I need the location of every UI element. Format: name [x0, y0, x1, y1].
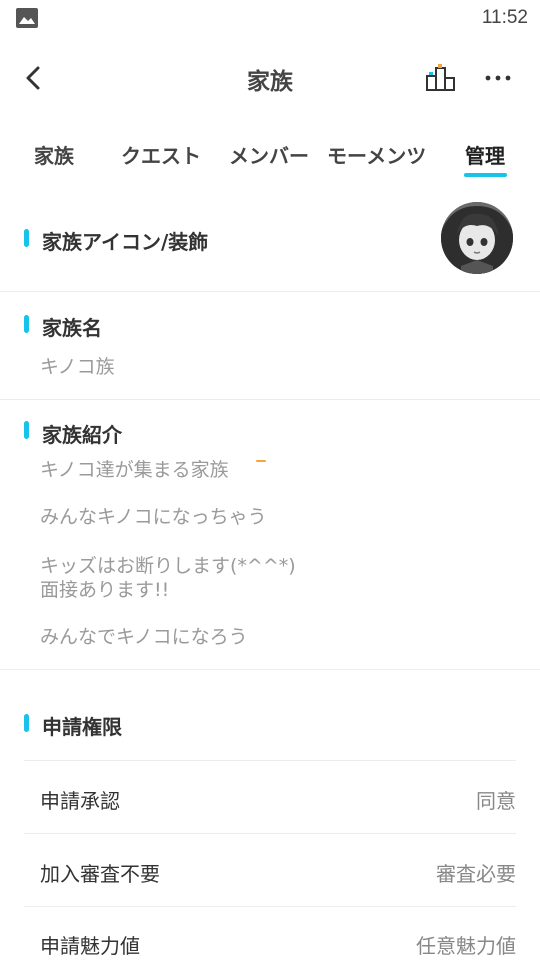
family-avatar[interactable] — [441, 202, 513, 274]
section-accent-bar — [24, 315, 29, 333]
setting-value: 任意魅力値 — [416, 934, 516, 958]
setting-label: 加入審査不要 — [40, 862, 160, 886]
setting-value: 同意 — [476, 789, 516, 813]
top-app-bar: 家族 — [0, 38, 540, 118]
tab-family[interactable]: 家族 — [34, 140, 74, 169]
avatar-image — [441, 202, 513, 274]
tab-members[interactable]: メンバー — [229, 140, 309, 169]
section-divider — [0, 669, 540, 670]
section-divider — [0, 399, 540, 400]
text-cursor — [256, 460, 266, 462]
section-accent-bar — [24, 421, 29, 439]
family-name-value[interactable]: キノコ族 — [40, 355, 115, 379]
section-accent-bar — [24, 714, 29, 732]
tab-quest[interactable]: クエスト — [121, 140, 201, 169]
setting-label: 申請承認 — [40, 789, 120, 813]
setting-label: 申請魅力値 — [40, 934, 140, 958]
active-tab-indicator — [464, 173, 507, 177]
page-title: 家族 — [247, 69, 293, 95]
more-dots-icon — [485, 75, 511, 81]
tab-bar: 家族 クエスト メンバー モーメンツ 管理 — [0, 130, 540, 180]
more-button[interactable] — [482, 62, 514, 94]
row-divider — [24, 833, 516, 834]
row-divider — [24, 906, 516, 907]
intro-line: キッズはお断りします(*^^*) — [40, 555, 296, 577]
section-accent-bar — [24, 229, 29, 247]
row-divider — [24, 760, 516, 761]
intro-line: みんなキノコになっちゃう — [40, 506, 267, 528]
setting-value: 審査必要 — [436, 862, 516, 886]
status-time: 11:52 — [481, 7, 528, 28]
tab-moments[interactable]: モーメンツ — [327, 140, 426, 169]
image-icon — [16, 8, 38, 28]
intro-line: みんなでキノコになろう — [40, 626, 248, 648]
intro-line: 面接あります!! — [40, 579, 170, 601]
section-title-family-name: 家族名 — [42, 316, 102, 340]
section-title-icon-deco: 家族アイコン/装飾 — [42, 230, 209, 254]
section-title-apply: 申請権限 — [42, 715, 122, 739]
ranking-button[interactable] — [425, 62, 457, 94]
tab-manage[interactable]: 管理 — [465, 140, 505, 169]
intro-line: キノコ達が集まる家族 — [40, 459, 229, 481]
section-title-intro: 家族紹介 — [42, 423, 122, 447]
section-divider — [0, 291, 540, 292]
status-bar: 11:52 — [0, 0, 540, 38]
podium-icon — [426, 67, 455, 91]
